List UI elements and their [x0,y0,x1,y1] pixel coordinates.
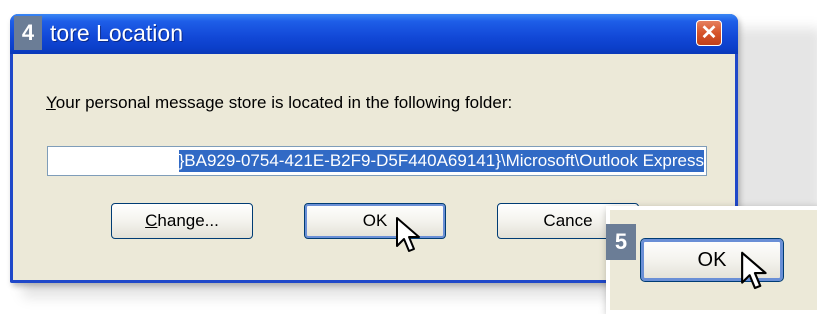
cursor-arrow-icon [741,251,767,290]
close-button[interactable]: ✕ [696,20,722,46]
zoom-inset-panel: OK [606,206,817,314]
message-accelerator: Y [46,93,56,112]
dialog-titlebar[interactable]: tore Location ✕ [10,14,738,54]
cancel-label: Cance [543,211,593,230]
zoomed-ok-label: OK [697,248,727,271]
step-4-badge: 4 [14,16,42,50]
folder-path-value: }BA929-0754-421E-B2F9-D5F440A69141}\Micr… [178,150,704,172]
ok-label: OK [362,211,388,230]
close-icon: ✕ [700,22,718,44]
change-accelerator: C [145,211,158,230]
cursor-arrow-icon [396,217,420,252]
message-text: our personal message store is located in… [55,93,513,112]
folder-path-field[interactable]: }BA929-0754-421E-B2F9-D5F440A69141}\Micr… [47,146,707,176]
change-label: hange... [157,211,219,230]
step-5-badge: 5 [606,224,636,260]
dialog-title: tore Location [50,20,183,46]
change-button[interactable]: Change... [111,203,253,239]
dialog-message: Your personal message store is located i… [46,93,512,113]
